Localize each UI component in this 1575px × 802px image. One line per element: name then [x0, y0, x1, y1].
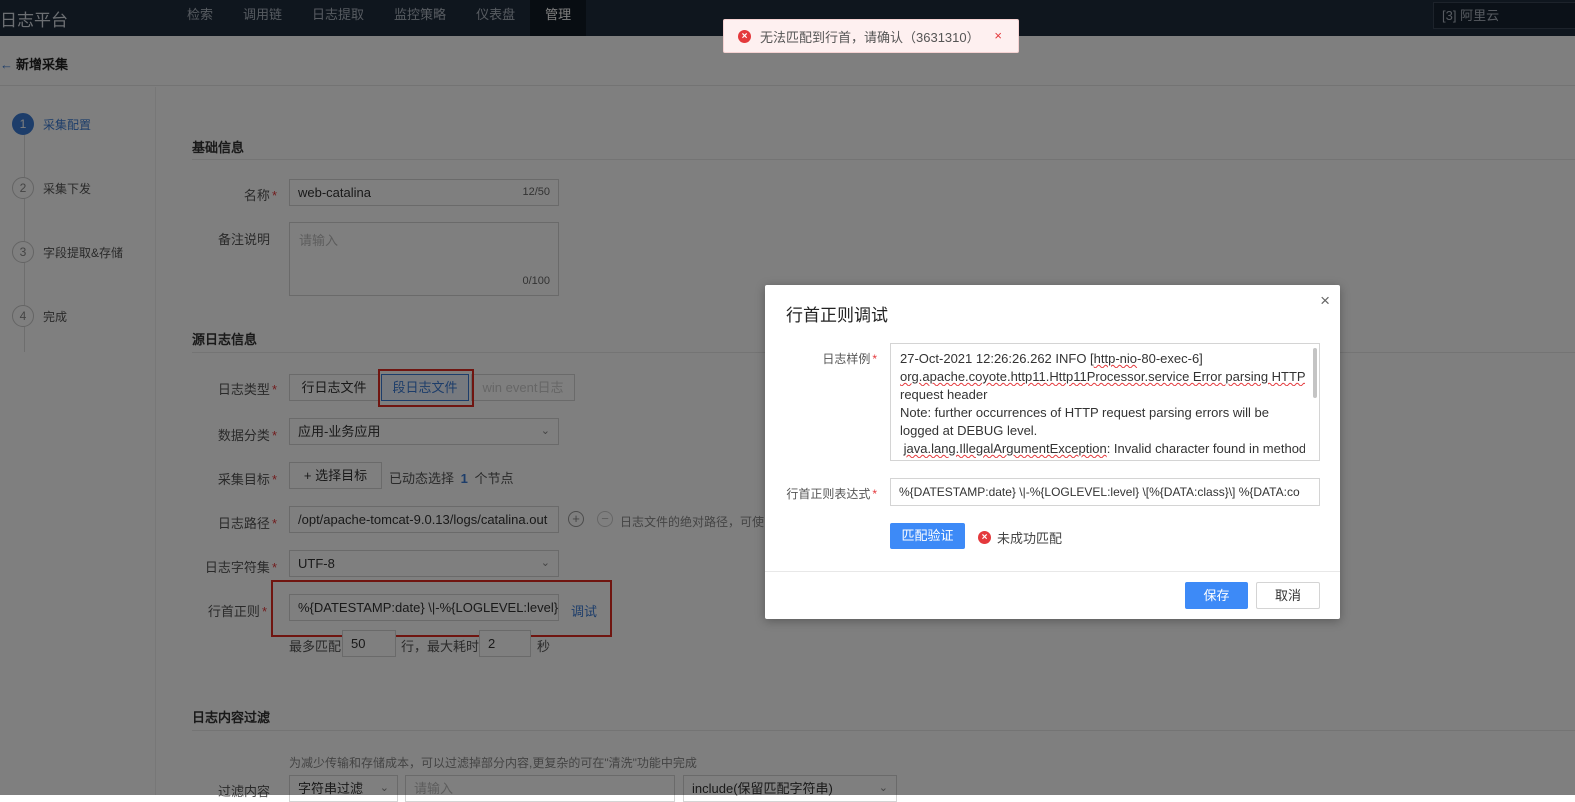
sample-label: 日志样例 * — [822, 352, 877, 366]
sample-line: Note: further occurrences of HTTP reques… — [900, 405, 1269, 420]
regex-expr-label: 行首正则表达式 * — [786, 487, 877, 501]
sample-line: java.lang.IllegalArgumentException: Inva… — [903, 441, 1305, 456]
modal-divider — [765, 571, 1340, 572]
log-sample-textarea[interactable]: 27-Oct-2021 12:26:26.262 INFO [http-nio-… — [890, 343, 1320, 461]
match-status-text: 未成功匹配 — [997, 531, 1063, 546]
error-icon: × — [738, 29, 751, 43]
scrollbar-thumb[interactable] — [1313, 348, 1317, 398]
regex-debug-modal: 行首正则调试 × 日志样例 * 27-Oct-2021 12:26:26.262 … — [765, 285, 1340, 619]
error-icon: × — [978, 531, 991, 544]
modal-title: 行首正则调试 — [786, 306, 888, 325]
sample-line: org.apache.coyote.http11.Http11Processor… — [900, 369, 1305, 384]
toast-message: 无法匹配到行首，请确认（3631310） — [760, 29, 980, 45]
sample-line: 27-Oct-2021 12:26:26.262 INFO [http-nio-… — [900, 351, 1203, 366]
sample-line: request header — [900, 387, 988, 402]
verify-match-button[interactable]: 匹配验证 — [890, 523, 965, 549]
cancel-button[interactable]: 取消 — [1256, 582, 1320, 609]
close-icon[interactable]: × — [1320, 291, 1330, 311]
save-button[interactable]: 保存 — [1185, 582, 1248, 609]
match-status: × 未成功匹配 — [978, 528, 1062, 547]
sample-line: logged at DEBUG level. — [900, 423, 1038, 438]
regex-expression-input[interactable]: %{DATESTAMP:date} \|-%{LOGLEVEL:level} \… — [890, 478, 1320, 506]
close-icon[interactable]: × — [994, 28, 1002, 43]
error-toast: × 无法匹配到行首，请确认（3631310） × — [723, 19, 1019, 53]
